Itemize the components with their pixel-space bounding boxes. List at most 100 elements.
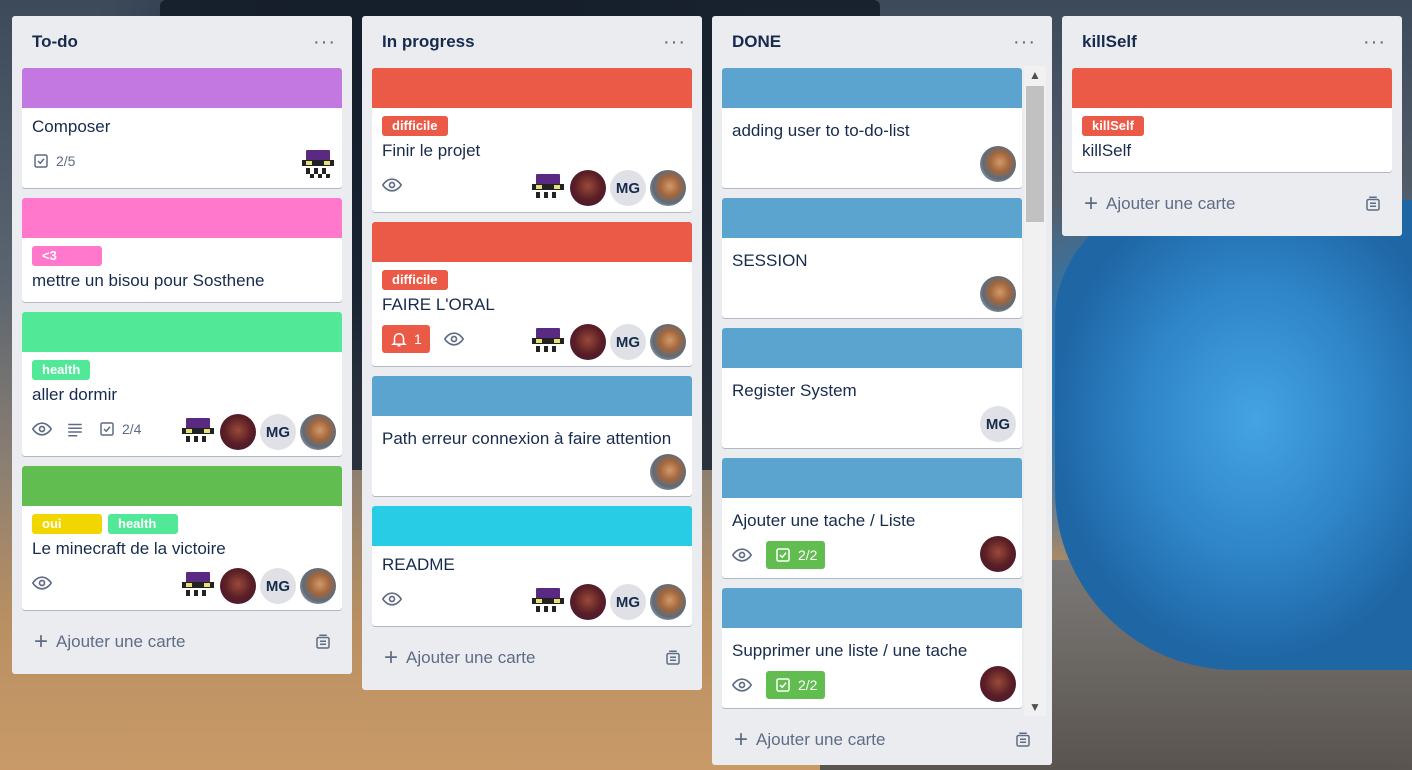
member-avatar-mg[interactable]: MG [980, 406, 1016, 442]
member-avatar-pixel[interactable] [530, 170, 566, 206]
add-card-button[interactable]: + Ajouter une carte [22, 620, 342, 664]
card-ajouter-tache[interactable]: Ajouter une tache / Liste 2/2 [722, 458, 1022, 578]
card-bisou[interactable]: <3 mettre un bisou pour Sosthene [22, 198, 342, 302]
member-avatar-photo[interactable] [650, 454, 686, 490]
card-aller-dormir[interactable]: health aller dormir 2/4 MG [22, 312, 342, 456]
list-to-do: To-do ··· Composer 2/5 <3 mettre un biso… [12, 16, 352, 674]
card-members [980, 536, 1016, 572]
member-avatar-photo[interactable] [650, 324, 686, 360]
list-title[interactable]: killSelf [1082, 32, 1137, 52]
checklist-complete-badge: 2/2 [766, 541, 826, 569]
card-readme[interactable]: README MG [372, 506, 692, 626]
list-done: DONE ··· adding user to to-do-list SESSI… [712, 16, 1052, 765]
add-card-button[interactable]: + Ajouter une carte [372, 636, 692, 680]
checklist-count: 2/5 [56, 153, 76, 169]
add-card-button[interactable]: + Ajouter une carte [1072, 182, 1392, 226]
member-avatar-photo[interactable] [300, 568, 336, 604]
checklist-count: 2/2 [798, 677, 818, 693]
list-menu-icon[interactable]: ··· [1013, 32, 1042, 52]
member-avatar-pixel[interactable] [530, 324, 566, 360]
eye-icon [382, 178, 402, 192]
card-title: Finir le projet [382, 141, 481, 160]
label: <3 [32, 246, 102, 266]
chevron-up-icon[interactable]: ▲ [1024, 66, 1046, 84]
member-avatar-mg[interactable]: MG [260, 568, 296, 604]
member-avatar-dark[interactable] [570, 170, 606, 206]
card-members [980, 146, 1016, 182]
checklist-count: 2/2 [798, 547, 818, 563]
card-adding-user[interactable]: adding user to to-do-list [722, 68, 1022, 188]
card-composer[interactable]: Composer 2/5 [22, 68, 342, 188]
member-avatar-pixel[interactable] [180, 414, 216, 450]
card-title: Path erreur connexion à faire attention [382, 429, 672, 448]
card-cover [1072, 68, 1392, 108]
member-avatar-pixel[interactable] [300, 146, 336, 182]
card-members: MG [180, 414, 336, 450]
list-in-progress: In progress ··· difficile Finir le proje… [362, 16, 702, 690]
label: oui [32, 514, 102, 534]
member-avatar-mg[interactable]: MG [610, 170, 646, 206]
card-path-erreur[interactable]: Path erreur connexion à faire attention [372, 376, 692, 496]
template-icon[interactable] [664, 649, 682, 667]
scrollbar-thumb[interactable] [1026, 86, 1044, 222]
member-avatar-photo[interactable] [650, 584, 686, 620]
member-avatar-pixel[interactable] [180, 568, 216, 604]
template-icon[interactable] [1364, 195, 1382, 213]
list-header: To-do ··· [22, 16, 342, 68]
list-scrollbar[interactable]: ▲ ▼ [1024, 66, 1046, 716]
card-cover [372, 376, 692, 416]
chevron-down-icon[interactable]: ▼ [1024, 698, 1046, 716]
list-header: DONE ··· [722, 16, 1042, 68]
bell-icon [391, 333, 407, 347]
card-cover [372, 506, 692, 546]
card-faire-oral[interactable]: difficile FAIRE L'ORAL 1 MG [372, 222, 692, 366]
card-supprimer-liste[interactable]: Supprimer une liste / une tache 2/2 [722, 588, 1022, 708]
member-avatar-photo[interactable] [980, 276, 1016, 312]
card-finir-projet[interactable]: difficile Finir le projet MG [372, 68, 692, 212]
list-title[interactable]: To-do [32, 32, 78, 52]
template-icon[interactable] [314, 633, 332, 651]
member-avatar-pixel[interactable] [530, 584, 566, 620]
card-members: MG [530, 324, 686, 360]
card-title: FAIRE L'ORAL [382, 295, 495, 314]
member-avatar-photo[interactable] [300, 414, 336, 450]
add-card-label: Ajouter une carte [406, 648, 536, 667]
card-session[interactable]: SESSION [722, 198, 1022, 318]
card-cover [722, 588, 1022, 628]
add-card-button[interactable]: + Ajouter une carte [722, 718, 1042, 762]
template-icon[interactable] [1014, 731, 1032, 749]
card-members [980, 666, 1016, 702]
card-register-system[interactable]: Register System MG [722, 328, 1022, 448]
list-header: killSelf ··· [1072, 16, 1392, 68]
card-title: Ajouter une tache / Liste [732, 511, 916, 530]
card-badges: 2/2 [732, 670, 1012, 700]
checklist-badge: 2/5 [32, 152, 75, 170]
member-avatar-photo[interactable] [980, 146, 1016, 182]
member-avatar-mg[interactable]: MG [260, 414, 296, 450]
member-avatar-dark[interactable] [220, 414, 256, 450]
card-cover [372, 68, 692, 108]
checklist-badge: 2/4 [98, 420, 141, 438]
member-avatar-dark[interactable] [570, 584, 606, 620]
list-menu-icon[interactable]: ··· [313, 32, 342, 52]
list-title[interactable]: DONE [732, 32, 781, 52]
member-avatar-dark[interactable] [220, 568, 256, 604]
member-avatar-mg[interactable]: MG [610, 324, 646, 360]
card-cover [722, 458, 1022, 498]
card-members [300, 146, 336, 182]
member-avatar-photo[interactable] [650, 170, 686, 206]
card-title: adding user to to-do-list [732, 121, 910, 140]
member-avatar-dark[interactable] [980, 666, 1016, 702]
member-avatar-dark[interactable] [980, 536, 1016, 572]
list-title[interactable]: In progress [382, 32, 475, 52]
eye-icon [32, 422, 52, 436]
member-avatar-dark[interactable] [570, 324, 606, 360]
card-minecraft[interactable]: oui health Le minecraft de la victoire M… [22, 466, 342, 610]
member-avatar-mg[interactable]: MG [610, 584, 646, 620]
plus-icon: + [1084, 190, 1099, 217]
list-menu-icon[interactable]: ··· [1363, 32, 1392, 52]
card-cover [722, 328, 1022, 368]
card-killself[interactable]: killSelf killSelf [1072, 68, 1392, 172]
list-menu-icon[interactable]: ··· [663, 32, 692, 52]
notification-count: 1 [414, 331, 422, 347]
